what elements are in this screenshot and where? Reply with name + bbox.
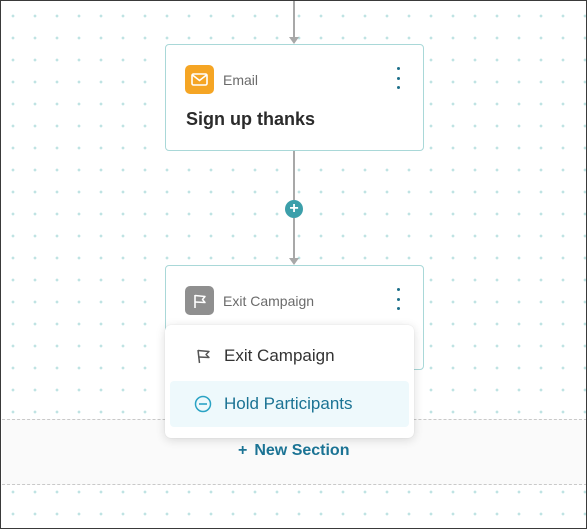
step-title: Sign up thanks	[186, 109, 316, 129]
connector-line-middle-lower	[293, 218, 295, 258]
add-step-button[interactable]: +	[285, 200, 303, 218]
envelope-icon	[191, 73, 208, 86]
connector-line-top	[293, 1, 295, 37]
kebab-menu-icon[interactable]	[395, 288, 401, 310]
connector-arrow-top	[289, 37, 299, 44]
menu-item-label: Exit Campaign	[224, 346, 335, 365]
new-section-button[interactable]: + New Section	[238, 442, 349, 460]
workflow-canvas: Email Sign up thanks + Exit Campaign Exi…	[0, 0, 587, 529]
minus-circle-icon	[193, 394, 213, 414]
email-step-card[interactable]: Email Sign up thanks	[165, 44, 424, 151]
step-type-label: Email	[223, 71, 259, 88]
flag-icon	[192, 293, 208, 309]
canvas-lower-area	[2, 486, 586, 528]
exit-badge	[185, 286, 214, 315]
plus-icon: +	[238, 442, 248, 459]
exit-options-menu: Exit Campaign Hold Participants	[165, 325, 414, 438]
plus-icon: +	[289, 200, 299, 217]
connector-arrow-middle	[289, 258, 299, 265]
menu-item-hold-participants[interactable]: Hold Participants	[170, 381, 409, 427]
connector-line-middle-upper	[293, 151, 295, 200]
kebab-menu-icon[interactable]	[395, 67, 401, 89]
menu-item-label: Hold Participants	[224, 394, 353, 413]
new-section-label: New Section	[254, 442, 350, 459]
menu-item-exit-campaign[interactable]: Exit Campaign	[170, 333, 409, 379]
flag-outline-icon	[193, 346, 213, 366]
step-type-label: Exit Campaign	[223, 292, 315, 309]
email-badge	[185, 65, 214, 94]
